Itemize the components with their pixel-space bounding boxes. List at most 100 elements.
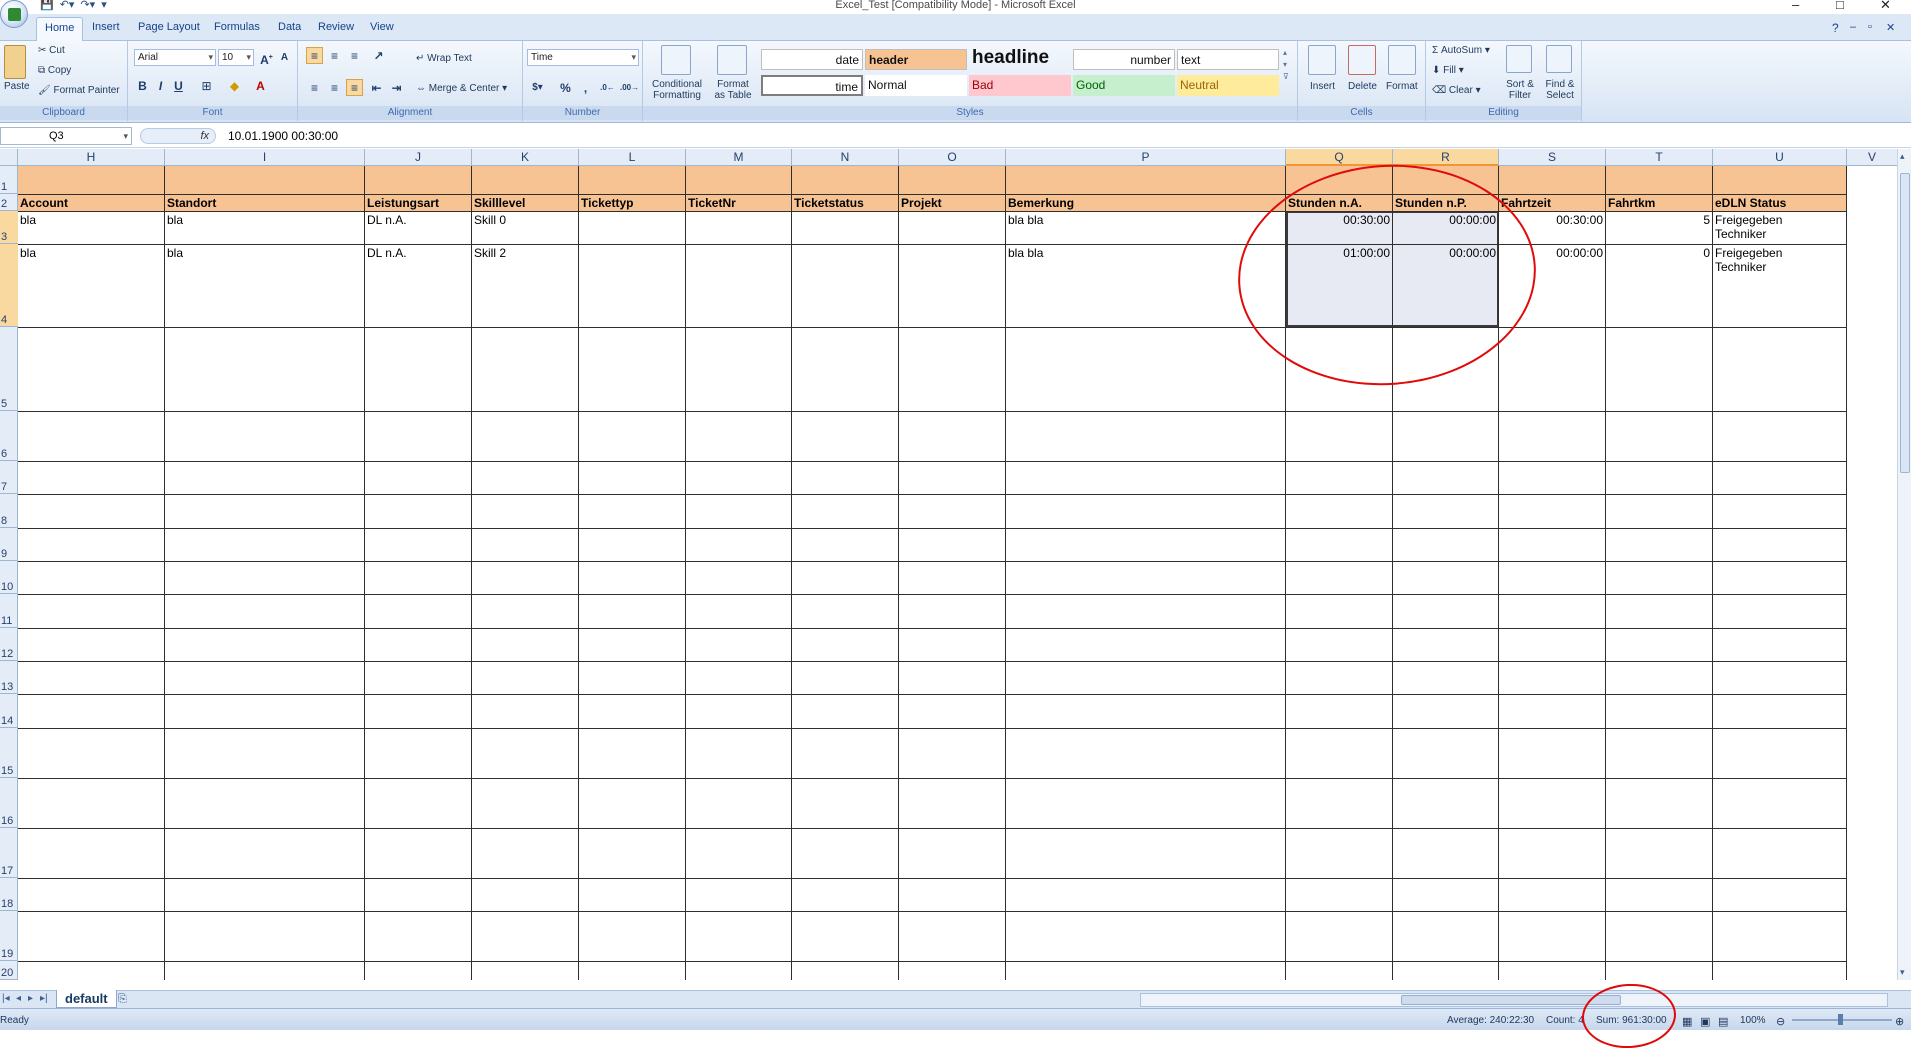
header-projekt[interactable]: Projekt	[899, 194, 1005, 212]
orientation-icon[interactable]: ↗	[370, 47, 387, 64]
row-header-5[interactable]: 5	[0, 327, 18, 411]
column-header-r[interactable]: R	[1393, 149, 1499, 166]
row-header-18[interactable]: 18	[0, 878, 18, 911]
increase-indent-icon[interactable]: ⇥	[388, 79, 405, 96]
cell-h4[interactable]: bla	[18, 244, 164, 262]
conditional-formatting-icon[interactable]	[661, 45, 691, 75]
style-time[interactable]: time	[761, 75, 863, 96]
tab-view[interactable]: View	[370, 21, 394, 33]
fill-button[interactable]: ⬇ Fill ▾	[1432, 65, 1464, 76]
office-button[interactable]	[0, 0, 28, 28]
paste-icon[interactable]	[4, 45, 26, 79]
align-middle-icon[interactable]: ≡	[326, 47, 343, 64]
shrink-font-icon[interactable]: A	[276, 49, 293, 66]
row-header-15[interactable]: 15	[0, 728, 18, 778]
page-layout-view-icon[interactable]: ▣	[1700, 1015, 1710, 1028]
select-all-corner[interactable]	[0, 149, 18, 166]
row-header-13[interactable]: 13	[0, 661, 18, 694]
zoom-out-icon[interactable]: ⊖	[1776, 1015, 1785, 1028]
paste-button[interactable]: Paste	[4, 81, 30, 92]
scroll-down-icon[interactable]: ▾	[1900, 967, 1905, 978]
column-header-v[interactable]: V	[1847, 149, 1897, 166]
zoom-slider-thumb[interactable]	[1838, 1014, 1843, 1025]
save-icon[interactable]: 💾	[40, 0, 54, 12]
style-bad[interactable]: Bad	[969, 75, 1071, 96]
currency-icon[interactable]: $▾	[529, 79, 546, 96]
header-leistungsart[interactable]: Leistungsart	[365, 194, 471, 212]
sort-filter-icon[interactable]	[1506, 45, 1532, 73]
prev-sheet-icon[interactable]: ◂	[16, 993, 21, 1004]
row-header-4[interactable]: 4	[0, 244, 18, 327]
style-neutral[interactable]: Neutral	[1177, 75, 1279, 96]
formula-input[interactable]: 10.01.1900 00:30:00	[228, 127, 1893, 145]
style-number[interactable]: number	[1073, 49, 1175, 70]
fill-color-icon[interactable]: ◆	[226, 77, 243, 94]
decrease-decimal-icon[interactable]: .00→	[619, 79, 639, 96]
increase-decimal-icon[interactable]: .0←	[599, 79, 616, 96]
cell-u3[interactable]: Freigegeben Techniker	[1713, 211, 1846, 243]
sheet-tab-default[interactable]: default	[56, 990, 117, 1008]
column-header-n[interactable]: N	[792, 149, 899, 166]
header-fahrtzeit[interactable]: Fahrtzeit	[1499, 194, 1605, 212]
cell-u4[interactable]: Freigegeben Techniker	[1713, 244, 1846, 276]
autosum-button[interactable]: Σ AutoSum ▾	[1432, 45, 1490, 56]
italic-button[interactable]: I	[152, 77, 169, 94]
first-sheet-icon[interactable]: |◂	[2, 993, 10, 1004]
column-header-q[interactable]: Q	[1286, 149, 1393, 166]
delete-button[interactable]: Delete	[1348, 81, 1377, 92]
align-bottom-icon[interactable]: ≡	[346, 47, 363, 64]
row-header-16[interactable]: 16	[0, 778, 18, 828]
style-normal[interactable]: Normal	[865, 75, 967, 96]
tab-formulas[interactable]: Formulas	[214, 21, 260, 33]
row-header-14[interactable]: 14	[0, 694, 18, 728]
horizontal-scrollbar[interactable]	[1140, 993, 1888, 1007]
last-sheet-icon[interactable]: ▸|	[40, 993, 48, 1004]
style-header[interactable]: header	[865, 49, 967, 70]
cell-k3[interactable]: Skill 0	[472, 211, 578, 229]
ribbon-restore-icon[interactable]: ▫	[1868, 21, 1872, 33]
cell-i4[interactable]: bla	[165, 244, 364, 262]
cell-h3[interactable]: bla	[18, 211, 164, 229]
tab-data[interactable]: Data	[278, 21, 301, 33]
font-size-combo[interactable]: 10	[218, 49, 254, 66]
header-standort[interactable]: Standort	[165, 194, 364, 212]
number-format-combo[interactable]: Time	[527, 49, 639, 66]
insert-button[interactable]: Insert	[1310, 81, 1335, 92]
format-button[interactable]: Format	[1386, 81, 1418, 92]
close-button[interactable]: ✕	[1880, 0, 1891, 12]
wrap-text-button[interactable]: ↵ Wrap Text	[416, 53, 472, 64]
insert-cells-icon[interactable]	[1308, 45, 1336, 75]
column-header-j[interactable]: J	[365, 149, 472, 166]
style-good[interactable]: Good	[1073, 75, 1175, 96]
page-break-view-icon[interactable]: ▤	[1718, 1015, 1728, 1028]
cell-k4[interactable]: Skill 2	[472, 244, 578, 262]
customize-qat-icon[interactable]: ▾	[101, 0, 107, 12]
styles-scroll-icon[interactable]: ▴ ▾ ⊽	[1283, 47, 1289, 83]
cell-i3[interactable]: bla	[165, 211, 364, 229]
ribbon-minimize-icon[interactable]: –	[1850, 21, 1856, 33]
header-edln-status[interactable]: eDLN Status	[1713, 194, 1846, 212]
minimize-button[interactable]: –	[1792, 0, 1799, 12]
style-headline[interactable]: headline	[969, 47, 1071, 68]
delete-cells-icon[interactable]	[1348, 45, 1376, 75]
insert-function-button[interactable]: fx	[140, 128, 216, 144]
row-header-10[interactable]: 10	[0, 561, 18, 594]
zoom-level[interactable]: 100%	[1740, 1015, 1766, 1026]
font-name-combo[interactable]: Arial	[134, 49, 216, 66]
format-as-table-icon[interactable]	[717, 45, 747, 75]
style-text[interactable]: text	[1177, 49, 1279, 70]
header-bemerkung[interactable]: Bemerkung	[1006, 194, 1285, 212]
row-header-20[interactable]: 20	[0, 961, 18, 980]
header-account[interactable]: Account	[18, 194, 164, 212]
font-color-icon[interactable]: A	[252, 77, 269, 94]
column-header-u[interactable]: U	[1713, 149, 1847, 166]
cut-button[interactable]: ✂ Cut	[38, 45, 65, 56]
column-header-l[interactable]: L	[579, 149, 686, 166]
cell-j3[interactable]: DL n.A.	[365, 211, 471, 229]
underline-button[interactable]: U	[170, 77, 187, 94]
conditional-formatting-button[interactable]: Conditional Formatting	[647, 79, 707, 101]
align-right-icon[interactable]: ≡	[346, 79, 363, 96]
tab-review[interactable]: Review	[318, 21, 354, 33]
column-header-o[interactable]: O	[899, 149, 1006, 166]
vertical-scrollbar[interactable]: ▴ ▾	[1897, 149, 1911, 980]
